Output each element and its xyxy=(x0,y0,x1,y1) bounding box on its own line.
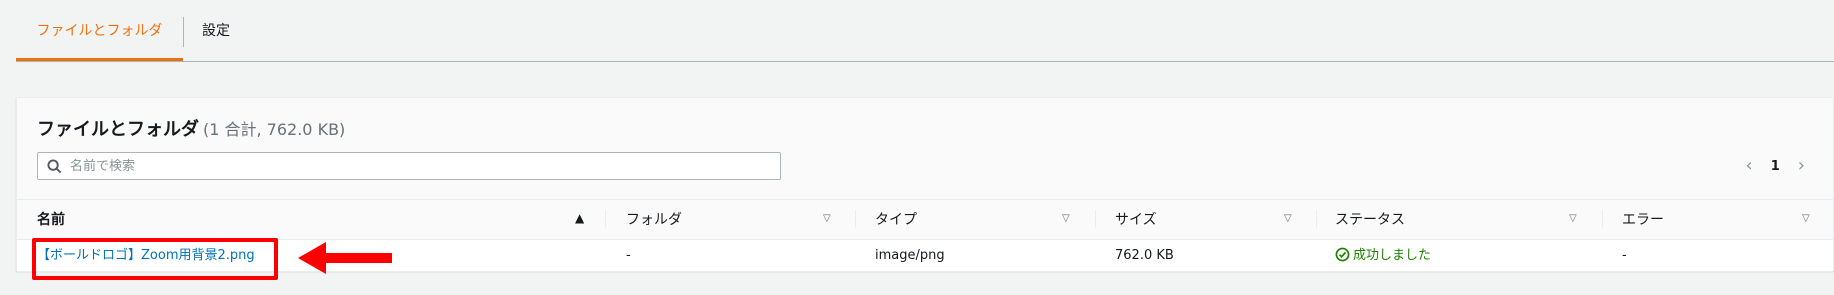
sort-toggle-icon[interactable]: ▽ xyxy=(1569,213,1577,224)
tab-settings[interactable]: 設定 xyxy=(202,0,230,60)
column-divider[interactable] xyxy=(1316,210,1317,228)
file-type-cell: image/png xyxy=(875,248,945,263)
panel-count: (1 合計, 762.0 KB) xyxy=(203,120,346,139)
tab-divider xyxy=(183,17,184,47)
previous-page-icon[interactable]: ‹ xyxy=(1746,156,1753,176)
column-divider[interactable] xyxy=(605,210,606,228)
sort-ascending-icon[interactable]: ▲ xyxy=(575,211,584,225)
status-label: 成功しました xyxy=(1353,248,1432,263)
panel-title: ファイルとフォルダ xyxy=(37,119,199,140)
search-field[interactable] xyxy=(37,152,781,180)
column-header-error[interactable]: エラー xyxy=(1622,200,1664,239)
sort-toggle-icon[interactable]: ▽ xyxy=(1802,213,1810,224)
column-header-folder[interactable]: フォルダ xyxy=(626,200,682,239)
tab-bar: ファイルとフォルダ 設定 xyxy=(16,0,1834,62)
table-row: 【ボールドロゴ】Zoom用背景2.png - image/png 762.0 K… xyxy=(17,240,1833,272)
file-folder-cell: - xyxy=(626,248,631,263)
tab-files-and-folders[interactable]: ファイルとフォルダ xyxy=(16,0,183,61)
column-header-name[interactable]: 名前 xyxy=(37,200,65,239)
sort-toggle-icon[interactable]: ▽ xyxy=(1062,213,1070,224)
pagination: ‹ 1 › xyxy=(1746,156,1805,176)
annotation-arrow-icon xyxy=(298,242,392,274)
column-divider[interactable] xyxy=(855,210,856,228)
next-page-icon[interactable]: › xyxy=(1798,156,1805,176)
files-panel: ファイルとフォルダ(1 合計, 762.0 KB) ‹ 1 › 名前 ▲ フォル… xyxy=(16,97,1834,272)
table-header: 名前 ▲ フォルダ ▽ タイプ ▽ サイズ ▽ ステータス ▽ エラー ▽ xyxy=(17,199,1833,240)
column-header-status[interactable]: ステータス xyxy=(1335,200,1405,239)
search-icon xyxy=(47,159,62,174)
column-header-type[interactable]: タイプ xyxy=(875,200,917,239)
file-size-cell: 762.0 KB xyxy=(1115,248,1174,263)
files-table: 名前 ▲ フォルダ ▽ タイプ ▽ サイズ ▽ ステータス ▽ エラー ▽ 【ボ… xyxy=(17,199,1833,272)
file-status-cell: 成功しました xyxy=(1335,240,1431,271)
column-divider[interactable] xyxy=(1602,210,1603,228)
column-header-size[interactable]: サイズ xyxy=(1115,200,1157,239)
panel-header: ファイルとフォルダ (1 合計, 762.0 KB) xyxy=(37,115,345,141)
search-input[interactable] xyxy=(70,153,770,179)
current-page-number[interactable]: 1 xyxy=(1771,159,1780,174)
success-check-icon xyxy=(1335,247,1350,262)
column-divider[interactable] xyxy=(1095,210,1096,228)
sort-toggle-icon[interactable]: ▽ xyxy=(1284,213,1292,224)
highlight-box xyxy=(32,238,278,280)
sort-toggle-icon[interactable]: ▽ xyxy=(823,213,831,224)
file-error-cell: - xyxy=(1622,248,1627,263)
